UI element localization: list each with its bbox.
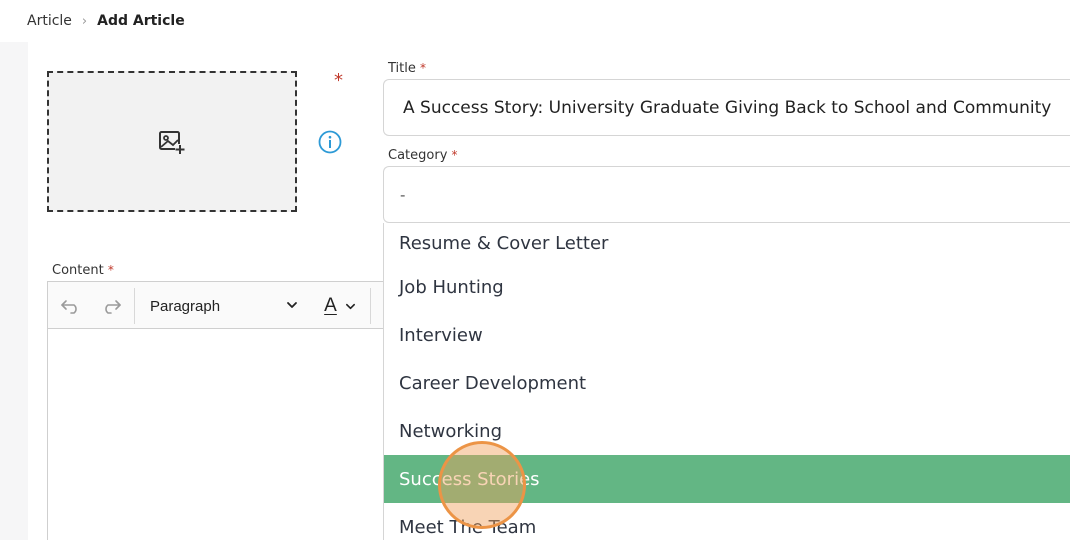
breadcrumb: Article › Add Article [0, 0, 1070, 42]
category-option-label: Resume & Cover Letter [399, 232, 609, 254]
undo-button[interactable] [58, 293, 84, 319]
title-required-mark: * [420, 61, 427, 75]
category-option[interactable]: Career Development [384, 359, 1070, 407]
undo-icon [61, 300, 77, 314]
font-color-button[interactable]: A [316, 293, 364, 319]
title-input-value: A Success Story: University Graduate Giv… [403, 97, 1052, 118]
font-color-icon: A [324, 295, 337, 316]
category-option-label: Success Stories [399, 468, 540, 490]
toolbar-divider [370, 288, 371, 324]
category-required-mark: * [451, 148, 458, 162]
title-input[interactable]: A Success Story: University Graduate Giv… [383, 79, 1070, 136]
title-label: Title * [388, 61, 426, 76]
chevron-down-icon [287, 302, 297, 308]
category-option[interactable]: Resume & Cover Letter [384, 223, 1070, 263]
content-label: Content * [52, 263, 114, 278]
breadcrumb-article[interactable]: Article [27, 13, 72, 29]
category-option-selected[interactable]: Success Stories [384, 455, 1070, 503]
category-option-label: Job Hunting [399, 276, 504, 298]
category-dropdown: Resume & Cover Letter Job Hunting Interv… [383, 223, 1070, 540]
image-upload-area[interactable] [47, 71, 297, 212]
chevron-down-icon [345, 303, 355, 309]
category-option[interactable]: Job Hunting [384, 263, 1070, 311]
category-option[interactable]: Networking [384, 407, 1070, 455]
toolbar-divider [134, 288, 135, 324]
breadcrumb-current: Add Article [97, 13, 185, 29]
category-select[interactable]: - [383, 166, 1070, 223]
category-option-label: Interview [399, 324, 483, 346]
info-icon[interactable] [318, 130, 342, 154]
paragraph-style-select[interactable]: Paragraph [150, 294, 298, 318]
editor-toolbar: Paragraph A [48, 282, 386, 329]
redo-icon [105, 300, 121, 314]
category-option-label: Networking [399, 420, 502, 442]
image-required-mark: * [334, 70, 343, 91]
category-option-label: Career Development [399, 372, 587, 394]
category-option[interactable]: Meet The Team [384, 503, 1070, 540]
content-editor[interactable]: Paragraph A [47, 281, 387, 540]
image-add-icon [159, 130, 185, 154]
title-label-text: Title [388, 61, 416, 76]
category-label-text: Category [388, 148, 448, 163]
breadcrumb-separator-icon: › [81, 13, 88, 29]
category-option[interactable]: Interview [384, 311, 1070, 359]
paragraph-style-value: Paragraph [150, 297, 221, 315]
content-label-text: Content [52, 263, 104, 278]
category-option-label: Meet The Team [399, 516, 537, 538]
category-label: Category * [388, 148, 458, 163]
redo-button[interactable] [98, 293, 124, 319]
category-select-value: - [400, 185, 406, 204]
content-required-mark: * [107, 263, 114, 277]
